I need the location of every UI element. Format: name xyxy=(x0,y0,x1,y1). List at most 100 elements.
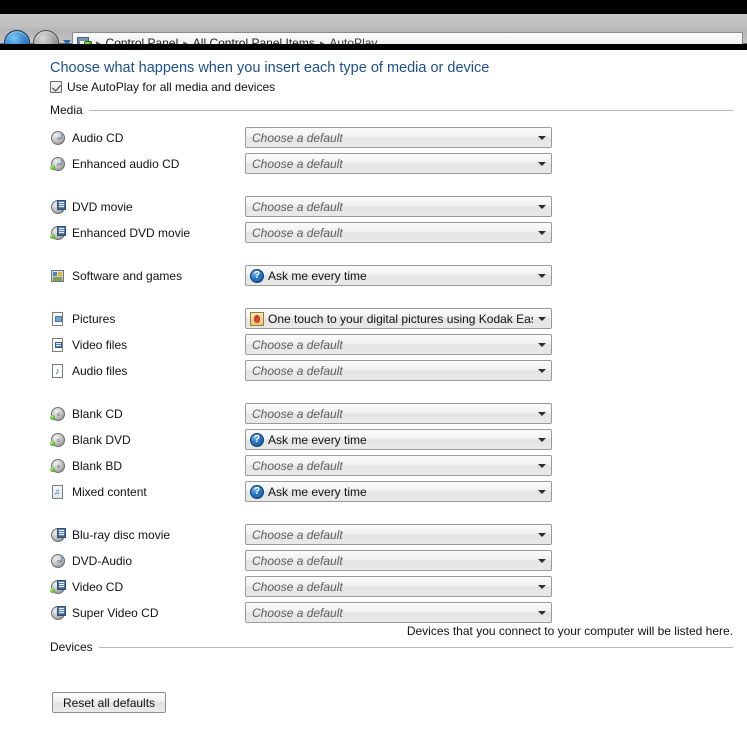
media-row-name: Enhanced DVD movie xyxy=(72,226,191,240)
media-row-label: ♪ Enhanced audio CD xyxy=(50,153,179,175)
media-row: Video files Choose a default xyxy=(50,334,733,356)
chevron-down-icon[interactable] xyxy=(533,584,551,589)
blank-dvd-icon xyxy=(50,432,66,448)
chevron-down-icon[interactable] xyxy=(533,230,551,235)
media-row: Blank BD Choose a default xyxy=(50,455,733,477)
default-action-value: Choose a default xyxy=(252,156,343,171)
media-group-label: Media xyxy=(50,103,83,117)
chevron-down-icon[interactable] xyxy=(533,204,551,209)
chevron-down-icon[interactable] xyxy=(533,558,551,563)
default-action-value: Choose a default xyxy=(252,553,343,568)
default-action-value: Choose a default xyxy=(252,527,343,542)
default-action-value: Choose a default xyxy=(252,605,343,620)
media-row: ♪ Audio CD Choose a default xyxy=(50,127,733,149)
enhanced-dvd-movie-icon xyxy=(50,225,66,241)
media-row: DVD movie Choose a default xyxy=(50,196,733,218)
default-action-dropdown[interactable]: ? Ask me every time xyxy=(245,265,552,286)
media-row-name: Super Video CD xyxy=(72,606,159,620)
default-action-value: Ask me every time xyxy=(268,484,367,499)
media-row-name: Video CD xyxy=(72,580,124,594)
default-action-dropdown[interactable]: Choose a default xyxy=(245,196,552,217)
media-row-name: Enhanced audio CD xyxy=(72,157,180,171)
use-autoplay-checkbox[interactable] xyxy=(50,81,62,93)
default-action-dropdown[interactable]: Choose a default xyxy=(245,360,552,381)
devices-group-label: Devices xyxy=(50,640,93,654)
media-row-name: Software and games xyxy=(72,269,183,283)
media-row-name: Audio files xyxy=(72,364,128,378)
media-row-name: Mixed content xyxy=(72,485,147,499)
default-action-value: Choose a default xyxy=(252,337,343,352)
media-row: Enhanced DVD movie Choose a default xyxy=(50,222,733,244)
media-row: ♫ Mixed content ? Ask me every time xyxy=(50,481,733,503)
default-action-dropdown[interactable]: Choose a default xyxy=(245,334,552,355)
media-row-label: Blu-ray disc movie xyxy=(50,524,170,546)
page-title: Choose what happens when you insert each… xyxy=(50,60,490,76)
chevron-down-icon[interactable] xyxy=(533,411,551,416)
default-action-value: Choose a default xyxy=(252,579,343,594)
use-autoplay-checkbox-row[interactable]: Use AutoPlay for all media and devices xyxy=(50,80,275,94)
default-action-dropdown[interactable]: Choose a default xyxy=(245,602,552,623)
media-row: Blank CD Choose a default xyxy=(50,403,733,425)
default-action-dropdown[interactable]: Choose a default xyxy=(245,576,552,597)
video-files-icon xyxy=(50,337,66,353)
default-action-value: Choose a default xyxy=(252,458,343,473)
default-action-value: Ask me every time xyxy=(268,432,367,447)
default-action-value: Ask me every time xyxy=(268,268,367,283)
media-row-name: Audio CD xyxy=(72,131,124,145)
chevron-down-icon[interactable] xyxy=(533,437,551,442)
media-row-label: Blank CD xyxy=(50,403,123,425)
media-row-name: Blank BD xyxy=(72,459,123,473)
media-row-name: Blank DVD xyxy=(72,433,131,447)
media-row: Blu-ray disc movie Choose a default xyxy=(50,524,733,546)
default-action-value: Choose a default xyxy=(252,363,343,378)
chevron-down-icon[interactable] xyxy=(533,161,551,166)
chevron-down-icon[interactable] xyxy=(533,368,551,373)
autoplay-content-pane: Choose what happens when you insert each… xyxy=(0,50,747,750)
media-row-label: Enhanced DVD movie xyxy=(50,222,190,244)
media-row: ♪ DVD-Audio Choose a default xyxy=(50,550,733,572)
mixed-content-icon: ♫ xyxy=(50,484,66,500)
default-action-dropdown[interactable]: One touch to your digital pictures using… xyxy=(245,308,552,329)
media-row: ♪ Enhanced audio CD Choose a default xyxy=(50,153,733,175)
chevron-down-icon[interactable] xyxy=(533,273,551,278)
default-action-value: One touch to your digital pictures using… xyxy=(268,311,533,326)
chevron-down-icon[interactable] xyxy=(533,135,551,140)
media-row: Software and games ? Ask me every time xyxy=(50,265,733,287)
enhanced-audio-cd-icon: ♪ xyxy=(50,156,66,172)
use-autoplay-label: Use AutoPlay for all media and devices xyxy=(67,80,276,94)
chevron-down-icon[interactable] xyxy=(533,463,551,468)
default-action-value: Choose a default xyxy=(252,199,343,214)
devices-group-header: Devices xyxy=(50,640,733,654)
reset-all-defaults-button[interactable]: Reset all defaults xyxy=(52,692,167,713)
window-title-bar xyxy=(0,0,747,14)
media-row-label: DVD movie xyxy=(50,196,133,218)
software-and-games-icon xyxy=(50,268,66,284)
default-action-dropdown[interactable]: Choose a default xyxy=(245,222,552,243)
default-action-dropdown[interactable]: ? Ask me every time xyxy=(245,481,552,502)
video-cd-icon xyxy=(50,579,66,595)
media-row: Super Video CD Choose a default xyxy=(50,602,733,624)
media-row-label: Video CD xyxy=(50,576,123,598)
default-action-dropdown[interactable]: Choose a default xyxy=(245,403,552,424)
default-action-dropdown[interactable]: Choose a default xyxy=(245,550,552,571)
default-action-dropdown[interactable]: Choose a default xyxy=(245,455,552,476)
media-row-name: DVD-Audio xyxy=(72,554,133,568)
pictures-icon xyxy=(50,311,66,327)
media-row: Pictures One touch to your digital pictur… xyxy=(50,308,733,330)
chevron-down-icon[interactable] xyxy=(533,342,551,347)
default-action-dropdown[interactable]: Choose a default xyxy=(245,127,552,148)
default-action-dropdown[interactable]: Choose a default xyxy=(245,153,552,174)
chevron-down-icon[interactable] xyxy=(533,532,551,537)
chevron-down-icon[interactable] xyxy=(533,610,551,615)
media-row: Video CD Choose a default xyxy=(50,576,733,598)
media-row-name: DVD movie xyxy=(72,200,133,214)
media-row-name: Pictures xyxy=(72,312,116,326)
navigation-bar: ← → ▸ Control Panel ▸ All Control Panel … xyxy=(0,14,747,56)
default-action-value: Choose a default xyxy=(252,130,343,145)
media-row-label: ♪ Audio files xyxy=(50,360,127,382)
chevron-down-icon[interactable] xyxy=(533,316,551,321)
default-action-dropdown[interactable]: ? Ask me every time xyxy=(245,429,552,450)
media-group-header: Media xyxy=(50,103,733,117)
default-action-dropdown[interactable]: Choose a default xyxy=(245,524,552,545)
chevron-down-icon[interactable] xyxy=(533,489,551,494)
